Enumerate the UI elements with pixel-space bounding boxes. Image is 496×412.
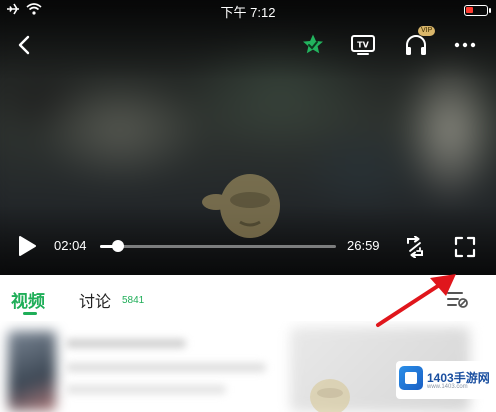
back-icon[interactable] bbox=[12, 32, 36, 58]
more-icon[interactable] bbox=[452, 32, 478, 58]
site-logo-icon bbox=[399, 366, 423, 390]
list-item-title bbox=[66, 339, 186, 348]
progress-thumb[interactable] bbox=[112, 240, 125, 252]
favorite-star-icon[interactable] bbox=[300, 32, 326, 58]
list-item-thumbnail[interactable] bbox=[8, 331, 56, 411]
status-bar: 下午 7:12 bbox=[0, 0, 496, 20]
tab-video-underline bbox=[23, 312, 37, 315]
tv-cast-icon[interactable]: TV bbox=[349, 32, 377, 58]
status-time: 下午 7:12 bbox=[220, 5, 276, 20]
site-logo-subtitle: www.1403.com bbox=[427, 384, 468, 390]
current-time: 02:04 bbox=[54, 238, 87, 253]
vip-badge: VIP bbox=[418, 26, 436, 36]
play-icon[interactable] bbox=[14, 232, 40, 260]
headphones-icon[interactable]: VIP bbox=[402, 26, 436, 58]
fullscreen-icon[interactable] bbox=[452, 234, 478, 260]
svg-text:TV: TV bbox=[357, 41, 369, 50]
list-item-meta bbox=[66, 385, 226, 394]
video-player[interactable]: 下午 7:12 TV VIP 02:04 26:59 bbox=[0, 0, 496, 275]
discuss-count: 5841 bbox=[122, 295, 145, 306]
battery-cap bbox=[489, 8, 491, 13]
loop-shuffle-icon[interactable] bbox=[402, 234, 428, 260]
site-logo: 1403手游网 www.1403.com bbox=[396, 361, 494, 399]
tab-discuss[interactable]: 讨论 bbox=[79, 288, 111, 312]
player-controls: 02:04 26:59 bbox=[0, 228, 496, 264]
list-settings-icon[interactable] bbox=[444, 287, 470, 311]
content-tabs: 视频 讨论 5841 bbox=[0, 275, 496, 321]
list-item-meta bbox=[66, 363, 266, 372]
tab-video[interactable]: 视频 bbox=[11, 287, 45, 312]
screen: 下午 7:12 TV VIP 02:04 26:59 视频 讨论 5841 14… bbox=[0, 0, 496, 412]
progress-slider[interactable] bbox=[100, 240, 336, 252]
total-duration: 26:59 bbox=[347, 238, 380, 253]
player-top-bar: TV VIP bbox=[0, 26, 496, 60]
battery-icon bbox=[464, 5, 488, 16]
watermark-mascot-icon bbox=[310, 379, 350, 412]
